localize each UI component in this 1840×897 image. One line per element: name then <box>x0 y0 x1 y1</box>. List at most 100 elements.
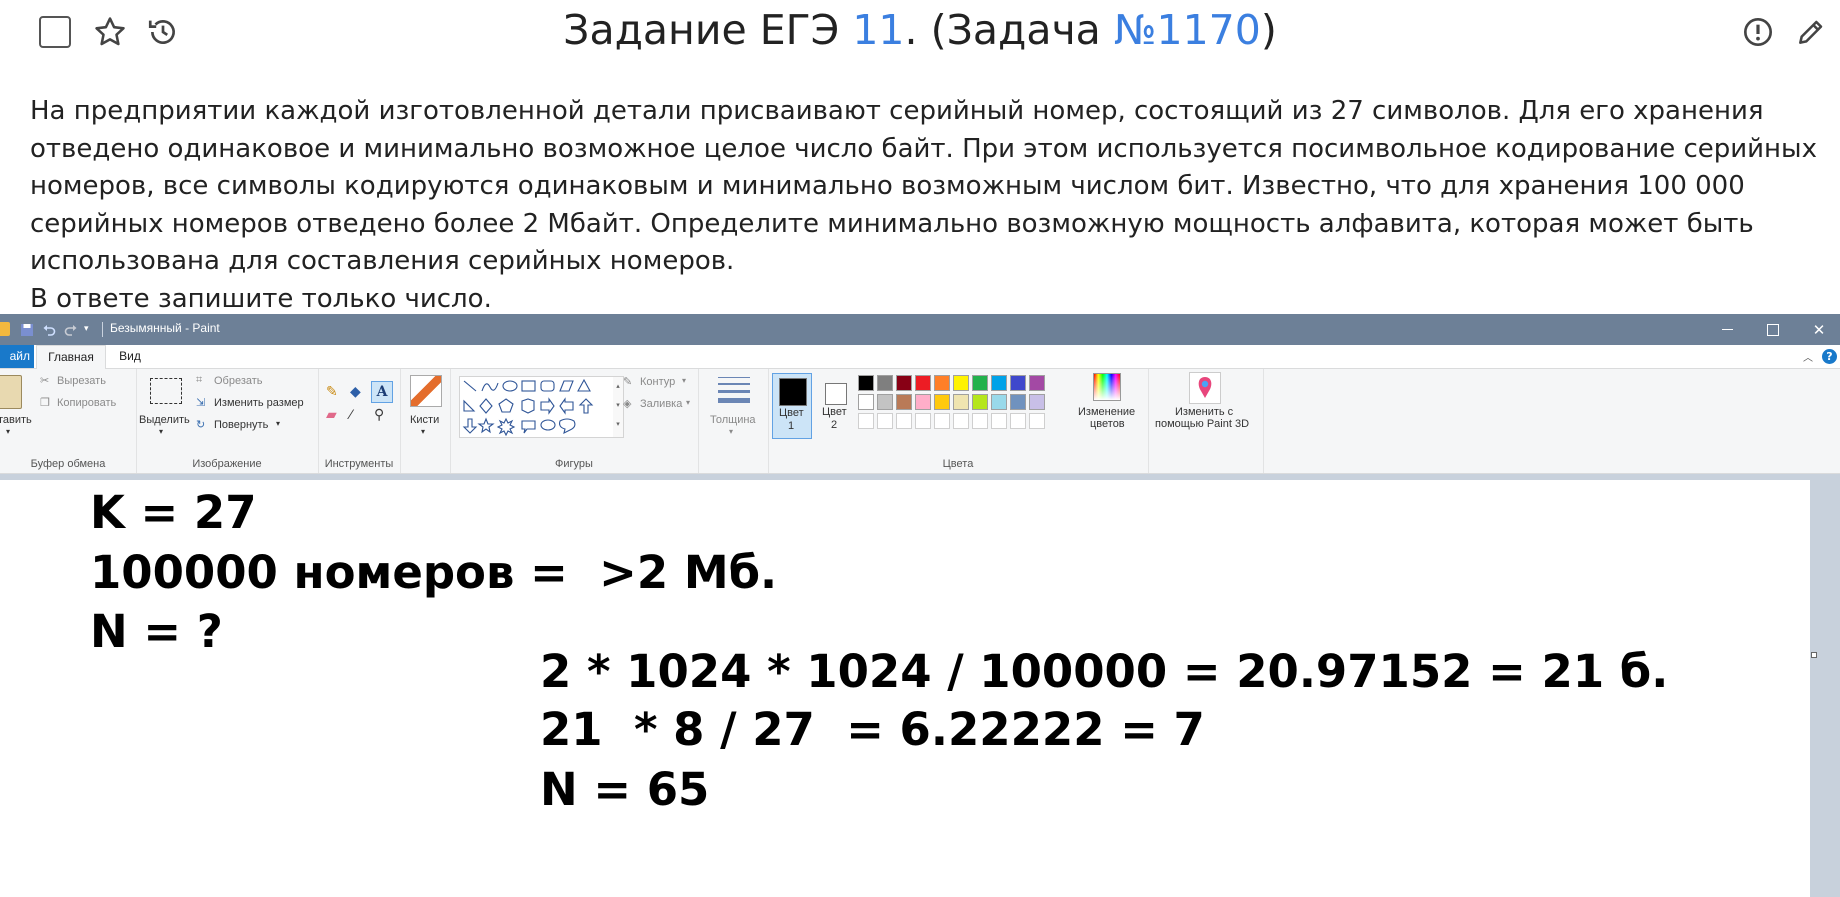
page-title: Задание ЕГЭ 11. (Задача №1170) <box>0 6 1840 54</box>
size-button[interactable]: Толщина <box>710 414 756 426</box>
paint3d-label-line2[interactable]: помощью Paint 3D <box>1155 418 1249 430</box>
paint3d-label-line1[interactable]: Изменить с <box>1175 406 1233 418</box>
close-button[interactable]: ✕ <box>1796 314 1840 345</box>
resize-button[interactable]: Изменить размер <box>214 397 304 409</box>
rotate-button[interactable]: Повернуть <box>214 419 268 431</box>
palette-swatch[interactable] <box>991 413 1007 429</box>
edit-colors-icon[interactable] <box>1093 373 1121 401</box>
crop-icon[interactable]: ⌗ <box>196 374 202 387</box>
paste-button[interactable]: тавить <box>0 414 32 426</box>
select-dropdown-icon[interactable]: ▾ <box>159 427 163 436</box>
palette-swatch[interactable] <box>858 413 874 429</box>
undo-icon[interactable] <box>42 322 56 336</box>
save-icon[interactable] <box>20 322 34 336</box>
group-tools: ✎ ◆ A ▰ ⁄ ⚲ Инструменты <box>318 369 401 473</box>
canvas-resize-handle[interactable] <box>1811 652 1817 658</box>
rotate-dropdown-icon[interactable]: ▾ <box>276 419 280 428</box>
quick-access-dropdown-icon[interactable]: ▾ <box>84 322 98 336</box>
palette-swatch[interactable] <box>915 375 931 391</box>
palette-swatch[interactable] <box>896 394 912 410</box>
brushes-dropdown-icon[interactable]: ▾ <box>421 427 425 436</box>
cut-button[interactable]: Вырезать <box>57 375 106 387</box>
shapes-gallery[interactable] <box>459 376 615 438</box>
tab-file[interactable]: айл <box>0 345 34 368</box>
cut-icon[interactable]: ✂ <box>40 374 49 387</box>
group-label-tools: Инструменты <box>324 458 394 470</box>
fill-shape-icon[interactable]: ◈ <box>623 397 631 410</box>
edit-colors-label-line1[interactable]: Изменение <box>1078 406 1135 418</box>
palette-swatch[interactable] <box>1010 394 1026 410</box>
brushes-button[interactable]: Кисти <box>410 414 439 426</box>
palette-swatch[interactable] <box>934 413 950 429</box>
report-icon[interactable] <box>1740 14 1776 50</box>
pencil-icon[interactable]: ✎ <box>326 383 338 400</box>
brush-icon[interactable] <box>410 375 442 407</box>
copy-icon[interactable]: ❐ <box>40 396 50 409</box>
minimize-button[interactable] <box>1704 314 1750 345</box>
help-icon[interactable]: ? <box>1822 349 1837 364</box>
select-button[interactable]: Выделить <box>139 414 190 426</box>
select-icon[interactable] <box>150 378 182 404</box>
fill-shape-button[interactable]: Заливка <box>640 398 682 410</box>
palette-swatch[interactable] <box>877 394 893 410</box>
palette-swatch[interactable] <box>991 394 1007 410</box>
tab-view[interactable]: Вид <box>110 345 150 368</box>
palette-swatch[interactable] <box>1029 375 1045 391</box>
palette-swatch[interactable] <box>858 394 874 410</box>
tab-home[interactable]: Главная <box>36 345 106 370</box>
copy-button[interactable]: Копировать <box>57 397 116 409</box>
color1-button[interactable]: Цвет 1 <box>772 373 812 439</box>
palette-swatch[interactable] <box>915 413 931 429</box>
crop-button[interactable]: Обрезать <box>214 375 263 387</box>
palette-swatch[interactable] <box>858 375 874 391</box>
edit-icon[interactable] <box>1793 14 1829 50</box>
group-label-shapes: Фигуры <box>555 458 593 470</box>
outline-icon[interactable]: ✎ <box>623 375 632 388</box>
canvas-line-4: 2 * 1024 * 1024 / 100000 = 20.97152 = 21… <box>540 645 1669 698</box>
paint-app-icon <box>0 322 10 336</box>
paste-dropdown-icon[interactable]: ▾ <box>6 427 10 436</box>
palette-swatch[interactable] <box>896 375 912 391</box>
palette-swatch[interactable] <box>915 394 931 410</box>
edit-colors-label-line2[interactable]: цветов <box>1090 418 1125 430</box>
palette-swatch[interactable] <box>972 413 988 429</box>
paint3d-icon[interactable] <box>1189 372 1221 404</box>
palette-swatch[interactable] <box>953 413 969 429</box>
rotate-icon[interactable]: ↻ <box>196 418 205 431</box>
palette-swatch[interactable] <box>934 375 950 391</box>
resize-icon[interactable]: ⇲ <box>196 396 205 409</box>
palette-swatch[interactable] <box>877 375 893 391</box>
size-dropdown-icon[interactable]: ▾ <box>729 427 733 436</box>
palette-swatch[interactable] <box>972 394 988 410</box>
palette-swatch[interactable] <box>1010 375 1026 391</box>
size-icon[interactable] <box>718 377 750 403</box>
palette-swatch[interactable] <box>1010 413 1026 429</box>
canvas-line-5: 21 * 8 / 27 = 6.22222 = 7 <box>540 703 1205 756</box>
fill-shape-dropdown-icon[interactable]: ▾ <box>686 398 690 407</box>
eraser-icon[interactable]: ▰ <box>326 406 337 423</box>
outline-button[interactable]: Контур <box>640 376 675 388</box>
color2-button[interactable]: Цвет 2 <box>816 373 856 439</box>
color-picker-icon[interactable]: ⁄ <box>350 406 352 422</box>
palette-swatch[interactable] <box>972 375 988 391</box>
task-number-link[interactable]: 11 <box>852 6 904 54</box>
palette-swatch[interactable] <box>1029 394 1045 410</box>
palette-swatch[interactable] <box>934 394 950 410</box>
magnifier-icon[interactable]: ⚲ <box>374 406 384 423</box>
redo-icon[interactable] <box>64 322 78 336</box>
text-tool-icon[interactable]: A <box>371 381 393 403</box>
palette-swatch[interactable] <box>877 413 893 429</box>
collapse-ribbon-icon[interactable]: ︿ <box>1803 349 1813 364</box>
drawing-canvas[interactable]: K = 27 100000 номеров = >2 Мб. N = ? 2 *… <box>0 480 1810 897</box>
fill-icon[interactable]: ◆ <box>350 383 361 400</box>
paste-icon[interactable] <box>0 375 22 409</box>
palette-swatch[interactable] <box>896 413 912 429</box>
palette-swatch[interactable] <box>991 375 1007 391</box>
palette-swatch[interactable] <box>953 375 969 391</box>
palette-swatch[interactable] <box>953 394 969 410</box>
maximize-button[interactable] <box>1750 314 1796 345</box>
outline-dropdown-icon[interactable]: ▾ <box>682 376 686 385</box>
ribbon-tabs: айл Главная Вид ︿ ? <box>0 345 1840 370</box>
task-id-link[interactable]: №1170 <box>1114 6 1261 54</box>
palette-swatch[interactable] <box>1029 413 1045 429</box>
